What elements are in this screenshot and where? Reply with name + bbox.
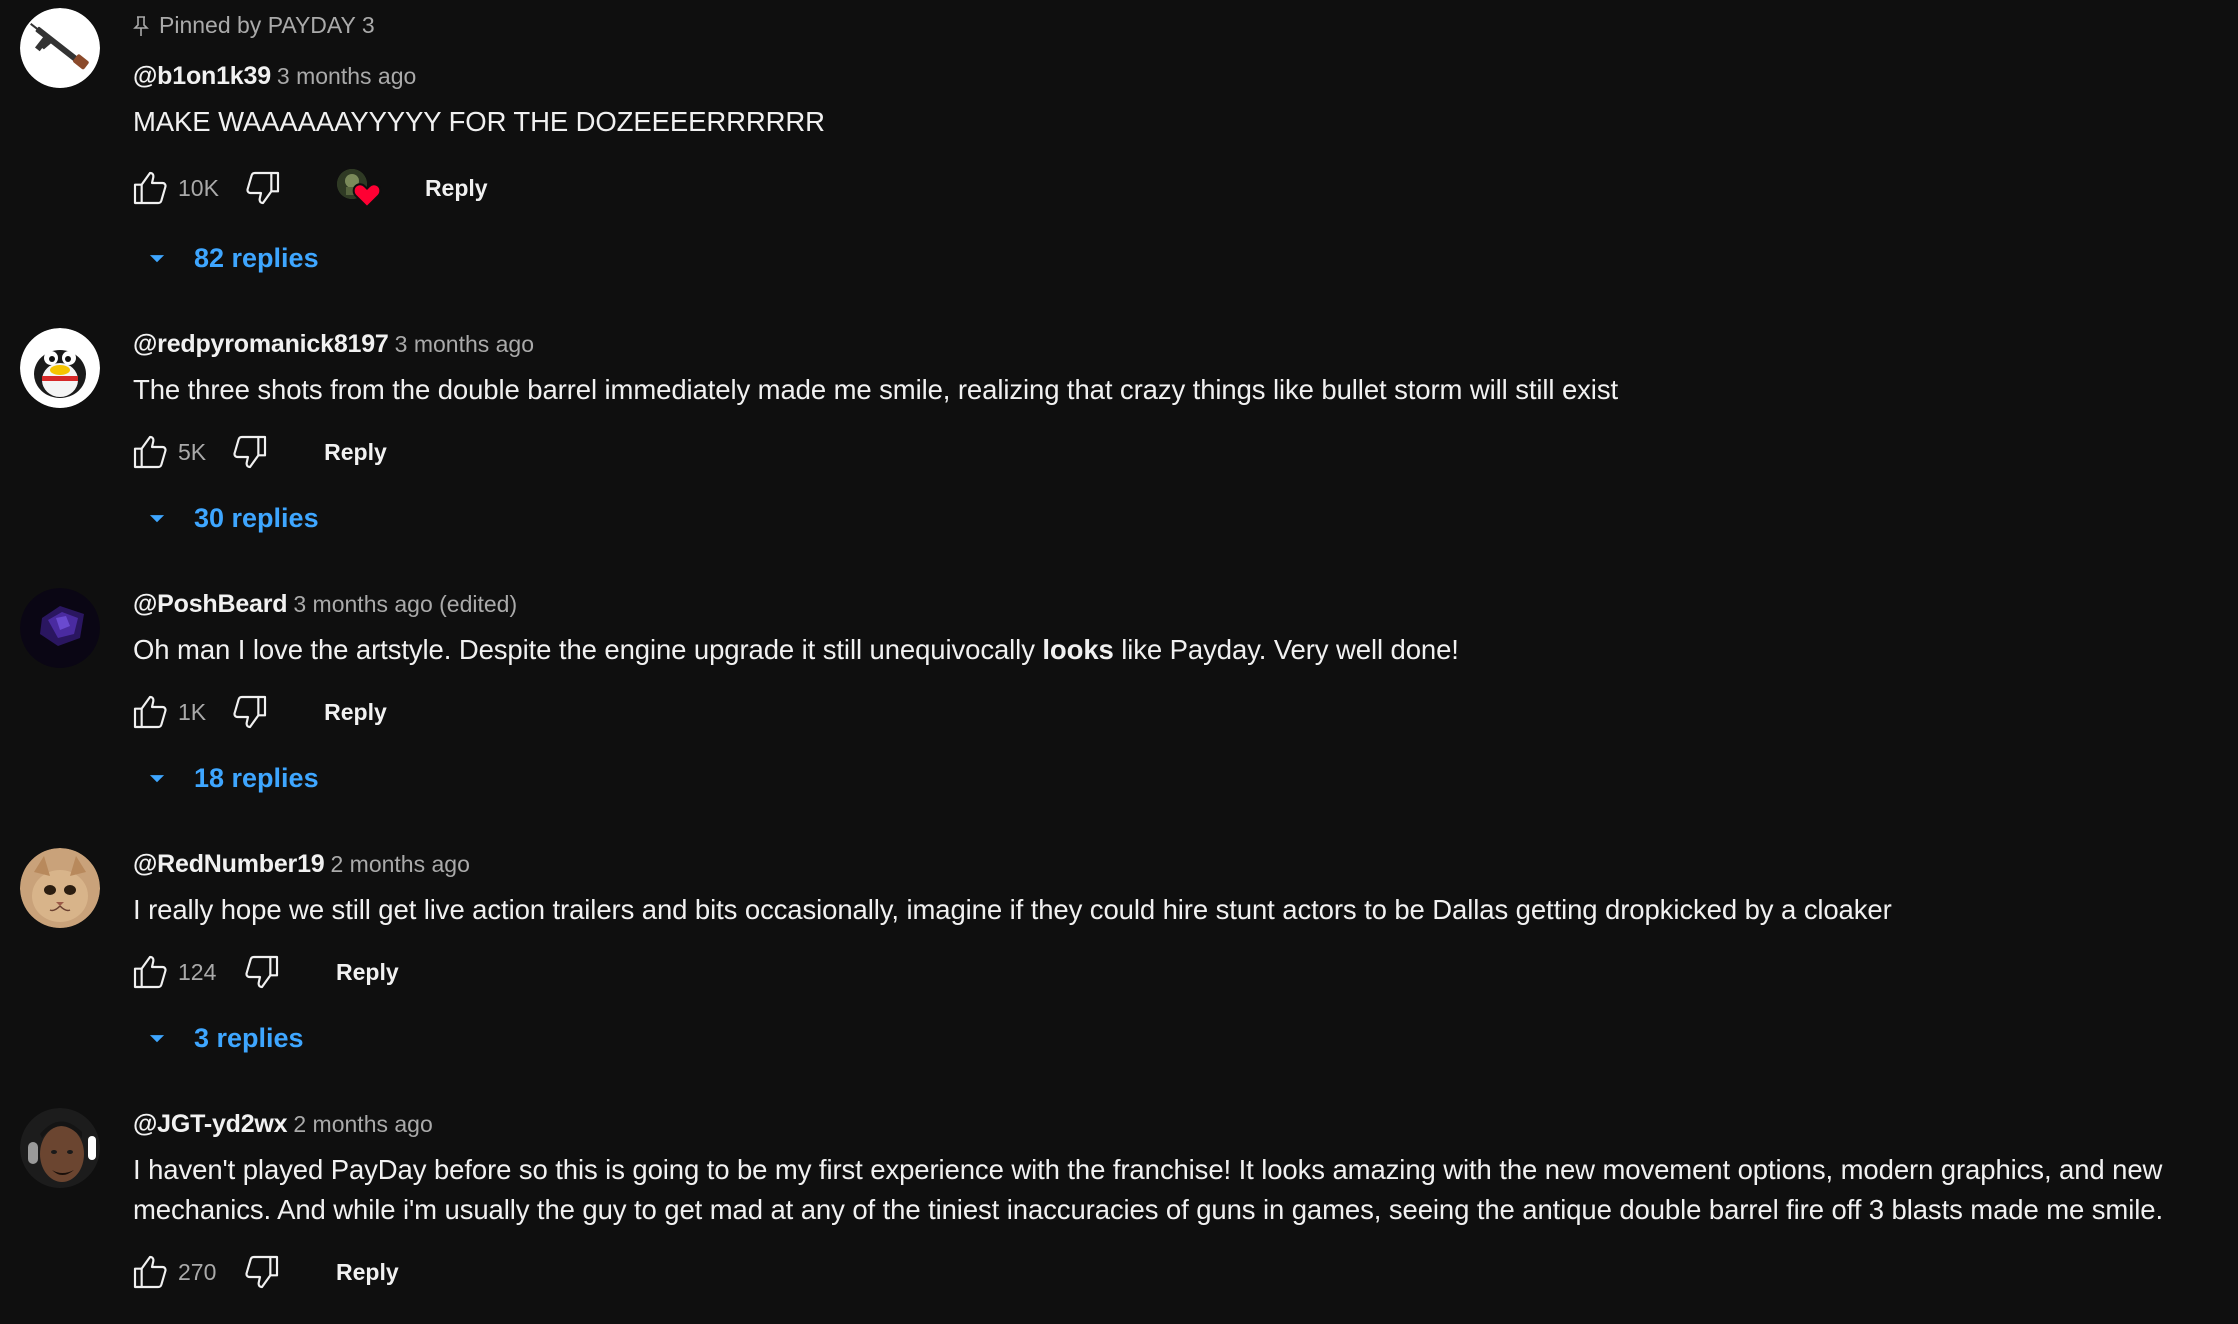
thumbs-down-icon	[233, 435, 267, 469]
view-replies-button[interactable]: 30 replies	[140, 501, 319, 535]
avatar[interactable]	[20, 588, 100, 668]
purple-shape-icon	[20, 588, 100, 668]
comment-text: The three shots from the double barrel i…	[133, 374, 1619, 405]
like-count: 1K	[178, 698, 207, 725]
comment-author[interactable]: @PoshBeard	[133, 590, 288, 618]
caret-down-icon	[149, 1035, 165, 1043]
avatar[interactable]	[20, 8, 100, 88]
like-count: 10K	[178, 174, 219, 201]
dislike-button[interactable]	[240, 1250, 284, 1294]
comment-header: @JGT-yd2wx 2 months ago	[133, 1108, 2228, 1140]
creator-heart-badge[interactable]	[336, 165, 387, 211]
like-button[interactable]	[128, 430, 172, 474]
thumbs-down-icon	[246, 171, 280, 205]
cat-icon	[20, 848, 100, 928]
comment-time[interactable]: 3 months ago (edited)	[293, 591, 517, 617]
comment-time[interactable]: 2 months ago	[293, 1111, 432, 1137]
reply-button[interactable]: Reply	[336, 1259, 399, 1286]
reply-button[interactable]: Reply	[324, 439, 387, 466]
like-button[interactable]	[128, 166, 172, 210]
replies-count: 82 replies	[194, 242, 319, 273]
comment-author[interactable]: @RedNumber19	[133, 850, 325, 878]
comment-time[interactable]: 3 months ago	[395, 331, 534, 357]
like-count: 270	[178, 1258, 217, 1285]
comment-header: @redpyromanick8197 3 months ago	[133, 328, 2228, 360]
comment-actions: 5K Reply	[128, 427, 387, 477]
comment-text: Oh man I love the artstyle. Despite the …	[133, 630, 2228, 670]
comment-text: MAKE WAAAAAAYYYYY FOR THE DOZEEEERRRRRR	[133, 106, 825, 137]
thumbs-up-icon	[133, 695, 167, 729]
pinned-label: Pinned by PAYDAY 3	[133, 12, 375, 39]
comment-actions: 10K Reply	[128, 163, 488, 213]
reply-button[interactable]: Reply	[336, 959, 399, 986]
caret-down-icon	[149, 515, 165, 523]
comment-actions: 1K Reply	[128, 687, 387, 737]
comment-text: I haven't played PayDay before so this i…	[133, 1150, 2228, 1230]
thumbs-down-icon	[245, 955, 279, 989]
avatar[interactable]	[20, 1108, 100, 1188]
like-count: 124	[178, 958, 217, 985]
comment-text: I really hope we still get live action t…	[133, 894, 1892, 925]
thumbs-up-icon	[133, 1255, 167, 1289]
comment-text-bold: looks	[1042, 634, 1114, 665]
comment-text-line: I haven't played PayDay before so this i…	[133, 1154, 2163, 1185]
person-headphones-icon	[20, 1108, 100, 1188]
rifle-icon	[20, 8, 100, 88]
heart-icon	[352, 183, 382, 209]
view-replies-button[interactable]: 82 replies	[140, 241, 319, 275]
view-replies-button[interactable]: 3 replies	[140, 1021, 304, 1055]
replies-count: 18 replies	[194, 762, 319, 793]
thumbs-up-icon	[133, 435, 167, 469]
replies-count: 30 replies	[194, 502, 319, 533]
reply-button[interactable]: Reply	[324, 699, 387, 726]
comment-header: @PoshBeard 3 months ago (edited)	[133, 588, 2228, 620]
avatar[interactable]	[20, 848, 100, 928]
dislike-button[interactable]	[228, 690, 272, 734]
comment-header: @b1on1k39 3 months ago	[133, 60, 2228, 92]
replies-count: 3 replies	[194, 1022, 304, 1053]
thumbs-down-icon	[233, 695, 267, 729]
pin-icon	[133, 15, 149, 36]
reply-button[interactable]: Reply	[425, 175, 488, 202]
view-replies-button[interactable]: 18 replies	[140, 761, 319, 795]
like-button[interactable]	[128, 950, 172, 994]
like-button[interactable]	[128, 690, 172, 734]
comment-time[interactable]: 2 months ago	[330, 851, 469, 877]
comment-header: @RedNumber19 2 months ago	[133, 848, 2228, 880]
thumbs-down-icon	[245, 1255, 279, 1289]
comment-actions: 270 Reply	[128, 1247, 399, 1297]
comment-author[interactable]: @JGT-yd2wx	[133, 1110, 288, 1138]
comment-text-part: like Payday. Very well done!	[1113, 634, 1459, 665]
pinned-text: Pinned by PAYDAY 3	[159, 12, 375, 38]
dislike-button[interactable]	[240, 950, 284, 994]
caret-down-icon	[149, 775, 165, 783]
like-count: 5K	[178, 438, 207, 465]
avatar[interactable]	[20, 328, 100, 408]
like-button[interactable]	[128, 1250, 172, 1294]
thumbs-up-icon	[133, 955, 167, 989]
comment-text-line: mechanics. And while i'm usually the guy…	[133, 1194, 2163, 1225]
penguin-icon	[20, 328, 100, 408]
comment-author[interactable]: @redpyromanick8197	[133, 330, 389, 358]
dislike-button[interactable]	[228, 430, 272, 474]
comment-text-part: Oh man I love the artstyle. Despite the …	[133, 634, 1043, 665]
dislike-button[interactable]	[241, 166, 285, 210]
thumbs-up-icon	[133, 171, 167, 205]
caret-down-icon	[149, 255, 165, 263]
comment-author[interactable]: @b1on1k39	[133, 62, 271, 90]
comment-time[interactable]: 3 months ago	[277, 63, 416, 89]
comment-actions: 124 Reply	[128, 947, 399, 997]
